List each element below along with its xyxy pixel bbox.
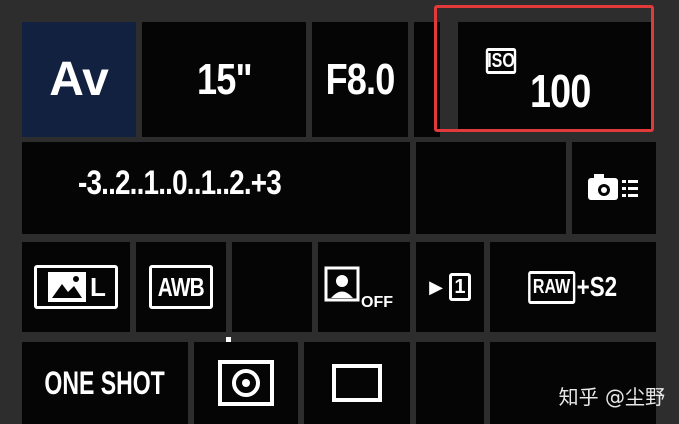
play-arrow-icon: ▶ — [429, 276, 443, 297]
exposure-compensation-cell[interactable]: -3..2..1..0..1..2.+3 — [22, 142, 410, 342]
empty-cell — [416, 342, 484, 424]
index-badge: 1 — [448, 273, 471, 301]
shutter-speed-value: 15" — [196, 54, 253, 104]
shooting-mode-label: Av — [49, 53, 109, 106]
aperture-cell[interactable]: F8.0 — [312, 22, 408, 137]
shutter-speed-cell[interactable]: 15" — [142, 22, 306, 137]
picture-style-label: L — [90, 271, 106, 302]
picture-style-badge: L — [34, 265, 118, 309]
evaluative-metering-icon — [218, 360, 274, 406]
alo-state: OFF — [361, 294, 393, 311]
iso-highlight-frame — [434, 5, 654, 132]
auto-lighting-optimizer-cell[interactable]: OFF — [318, 242, 410, 332]
raw-badge: RAW — [528, 270, 576, 304]
empty-cell — [416, 142, 566, 234]
image-quality-cell[interactable]: RAW +S2 — [490, 242, 656, 332]
camera-flash-settings-icon — [588, 174, 638, 200]
flash-control-cell[interactable] — [572, 142, 656, 234]
jpeg-quality: +S2 — [577, 271, 618, 302]
metering-mode-cell[interactable] — [194, 342, 298, 424]
exposure-scale: -3..2..1..0..1..2.+3 — [78, 164, 282, 202]
drive-mode-cell[interactable] — [304, 342, 410, 424]
picture-style-cell[interactable]: L — [22, 242, 130, 332]
af-mode-label: ONE SHOT — [44, 364, 166, 401]
watermark: 知乎 @尘野 — [558, 385, 665, 409]
white-balance-cell[interactable]: AWB — [136, 242, 226, 332]
playback-index-cell[interactable]: ▶ 1 — [416, 242, 484, 332]
af-mode-cell[interactable]: ONE SHOT — [22, 342, 188, 424]
aperture-value: F8.0 — [325, 54, 396, 104]
shooting-mode-cell[interactable]: Av — [22, 22, 136, 137]
single-shooting-icon — [332, 364, 382, 402]
picture-style-landscape-icon — [48, 272, 87, 302]
white-balance-badge: AWB — [149, 265, 213, 309]
empty-cell — [232, 242, 312, 332]
